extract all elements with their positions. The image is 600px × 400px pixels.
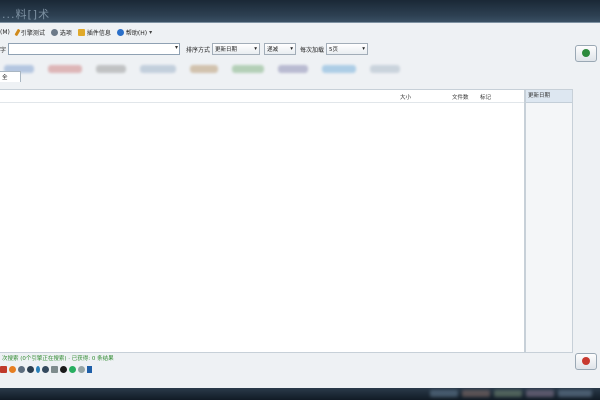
results-list[interactable]: 大小 文件数 标记 bbox=[0, 89, 525, 353]
engine-icon[interactable] bbox=[27, 365, 34, 373]
column-tag[interactable]: 标记 bbox=[480, 93, 491, 101]
engine-chip[interactable] bbox=[48, 65, 82, 73]
app-window: (M) 引擎测试 选项 插件信息 帮助(H) ▾ 字 ▾ 排序方式 更新日期 ▾… bbox=[0, 22, 600, 391]
menu-item-help[interactable]: 帮助(H) ▾ bbox=[116, 28, 153, 37]
menu-item-main[interactable]: (M) bbox=[0, 29, 10, 36]
stop-button[interactable] bbox=[575, 353, 597, 370]
results-column-header: 大小 文件数 标记 bbox=[0, 90, 524, 103]
engine-icon[interactable] bbox=[36, 365, 40, 373]
per-page-label: 每次加载 bbox=[300, 46, 325, 54]
engine-chip[interactable] bbox=[140, 65, 176, 73]
menu-item-plugins[interactable]: 插件信息 bbox=[77, 28, 111, 37]
status-text: 次搜索 (0个引擎正在搜索) · 已获得: 0 条结果 bbox=[2, 356, 114, 362]
engine-icon[interactable] bbox=[42, 365, 49, 373]
menu-bar: (M) 引擎测试 选项 插件信息 帮助(H) ▾ bbox=[0, 25, 500, 39]
chevron-down-icon: ▾ bbox=[149, 28, 153, 36]
date-panel[interactable]: 更新日期 bbox=[525, 89, 573, 353]
sort-value: 更新日期 bbox=[215, 47, 238, 53]
chevron-down-icon[interactable]: ▾ bbox=[175, 44, 178, 51]
taskbar-item[interactable] bbox=[462, 390, 490, 397]
menu-item-main-label: (M) bbox=[0, 28, 10, 36]
taskbar-item[interactable] bbox=[558, 390, 592, 397]
tab-all[interactable]: 全 bbox=[0, 71, 21, 82]
menu-item-engine-test[interactable]: 引擎测试 bbox=[14, 28, 45, 37]
engine-chip[interactable] bbox=[232, 65, 264, 73]
help-icon bbox=[116, 28, 124, 36]
column-file-count[interactable]: 文件数 bbox=[452, 93, 469, 101]
engine-icon[interactable] bbox=[69, 365, 76, 373]
engine-bar bbox=[0, 60, 600, 78]
brush-icon bbox=[14, 28, 21, 36]
search-toolbar: 字 ▾ 排序方式 更新日期 ▾ 递减 ▾ 每次加载 5页 ▾ bbox=[0, 42, 560, 56]
sort-select[interactable]: 更新日期 ▾ bbox=[212, 43, 261, 55]
engine-chip[interactable] bbox=[96, 65, 126, 73]
sort-label: 排序方式 bbox=[186, 46, 211, 54]
chevron-down-icon: ▾ bbox=[290, 46, 294, 52]
engine-icon[interactable] bbox=[0, 365, 7, 373]
menu-item-plugins-label: 插件信息 bbox=[86, 29, 111, 37]
search-label: 字 bbox=[0, 46, 7, 54]
order-select[interactable]: 递减 ▾ bbox=[264, 43, 297, 55]
search-input[interactable]: ▾ bbox=[8, 43, 181, 55]
engine-icon[interactable] bbox=[78, 365, 85, 373]
menu-item-help-label: 帮助(H) bbox=[125, 29, 148, 37]
engine-chip[interactable] bbox=[370, 65, 400, 73]
engine-icon[interactable] bbox=[60, 365, 67, 373]
taskbar-item[interactable] bbox=[526, 390, 554, 397]
chevron-down-icon: ▾ bbox=[254, 46, 258, 52]
engine-icon[interactable] bbox=[51, 365, 58, 373]
menu-item-engine-test-label: 引擎测试 bbox=[20, 29, 45, 37]
engine-icon[interactable] bbox=[18, 365, 25, 373]
title-bar: ...料[]术 bbox=[0, 0, 600, 22]
date-panel-header[interactable]: 更新日期 bbox=[526, 90, 572, 103]
per-page-value: 5页 bbox=[329, 47, 339, 53]
gear-icon bbox=[50, 28, 58, 36]
order-value: 递减 bbox=[267, 47, 279, 53]
engine-chip[interactable] bbox=[322, 65, 356, 73]
engine-icon-row bbox=[0, 364, 92, 374]
engine-icon[interactable] bbox=[87, 365, 92, 373]
taskbar-item[interactable] bbox=[430, 390, 458, 397]
engine-chip[interactable] bbox=[190, 65, 218, 73]
menu-item-options-label: 选项 bbox=[59, 29, 72, 37]
engine-chip[interactable] bbox=[278, 65, 308, 73]
globe-icon bbox=[582, 49, 590, 57]
taskbar-item[interactable] bbox=[494, 390, 522, 397]
taskbar bbox=[0, 388, 600, 400]
menu-item-options[interactable]: 选项 bbox=[50, 28, 72, 37]
chevron-down-icon: ▾ bbox=[362, 46, 366, 52]
tab-all-label: 全 bbox=[2, 75, 8, 81]
per-page-select[interactable]: 5页 ▾ bbox=[326, 43, 369, 55]
engine-icon[interactable] bbox=[9, 365, 16, 373]
stop-icon bbox=[582, 357, 590, 365]
folder-icon bbox=[77, 28, 85, 36]
window-title: ...料[]术 bbox=[2, 8, 51, 21]
column-size[interactable]: 大小 bbox=[400, 93, 411, 101]
